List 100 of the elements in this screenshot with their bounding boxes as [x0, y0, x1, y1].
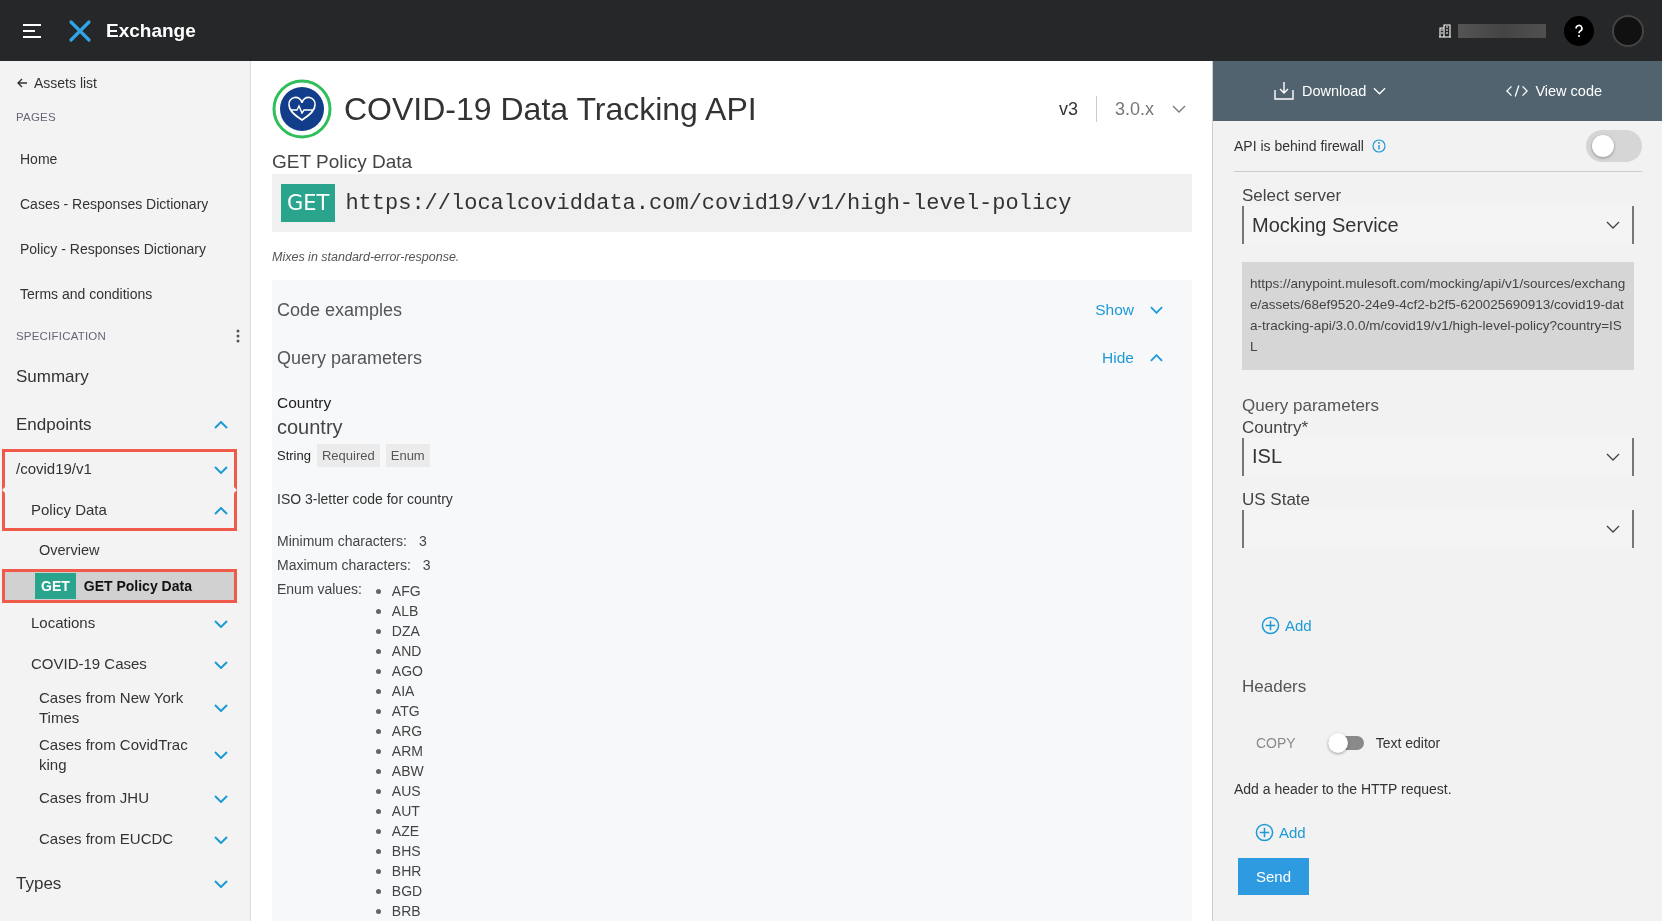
parameter-tag: Enum	[385, 444, 430, 467]
field-label: US State	[1242, 489, 1312, 510]
page-link[interactable]: Home	[0, 137, 250, 182]
nav-section-item[interactable]: Endpoints	[2, 401, 237, 449]
server-select[interactable]: Mocking Service	[1242, 206, 1634, 244]
nav-resource-item[interactable]: Cases from New York Times	[2, 685, 237, 732]
view-code-button[interactable]: View code	[1506, 83, 1602, 99]
section-heading: PAGES	[15, 110, 57, 125]
chevron-icon[interactable]	[214, 506, 228, 515]
plus-circle-icon	[1261, 615, 1280, 635]
nav-resource-item[interactable]: Policy Data	[2, 490, 237, 531]
query-select[interactable]: ISL	[1242, 437, 1634, 476]
page-link[interactable]: Policy - Responses Dictionary	[0, 227, 250, 272]
section-title: Query parameters	[277, 347, 423, 369]
chevron-icon[interactable]	[214, 835, 228, 844]
parameter-name: country	[277, 416, 344, 439]
chevron-icon[interactable]	[214, 660, 228, 669]
bullet-dot	[375, 908, 381, 914]
nav-page-link[interactable]: Overview	[2, 531, 237, 569]
enum-value: ARG	[391, 723, 423, 739]
nav-resource-item[interactable]: Cases from JHU	[2, 778, 237, 819]
headers-hint: Add a header to the HTTP request.	[1234, 780, 1453, 797]
help-icon[interactable]	[1564, 15, 1594, 46]
bullet-dot	[375, 868, 381, 874]
nav-resource-item[interactable]: Locations	[2, 603, 237, 644]
building-icon[interactable]	[1438, 23, 1452, 38]
method-badge: GET	[35, 573, 76, 599]
chevron-icon	[1373, 87, 1387, 95]
chevron-icon[interactable]	[214, 880, 228, 888]
bullet-dot	[375, 668, 381, 674]
bullet-dot	[375, 888, 381, 894]
bullet-dot	[375, 588, 381, 594]
enum-value: ABW	[391, 763, 424, 779]
bullet-dot	[375, 648, 381, 654]
enum-value: BHS	[391, 843, 421, 859]
back-arrow-icon	[16, 77, 28, 89]
nav-resource-item[interactable]: Cases from CovidTracking	[2, 731, 237, 778]
nav-resource-item[interactable]: COVID-19 Cases	[2, 644, 237, 685]
headers-heading: Headers	[1242, 676, 1308, 697]
bullet-dot	[375, 768, 381, 774]
menu-icon[interactable]	[22, 22, 42, 39]
download-icon	[1272, 81, 1295, 101]
text-editor-label: Text editor	[1375, 734, 1441, 751]
download-button[interactable]: Download	[1272, 81, 1387, 101]
enum-value: ATG	[391, 703, 420, 719]
enum-value: AGO	[391, 663, 423, 679]
avatar-icon[interactable]	[1612, 14, 1644, 47]
info-icon[interactable]	[1371, 139, 1386, 153]
chevron-icon[interactable]	[214, 794, 228, 803]
chevron-icon[interactable]	[214, 704, 228, 713]
bullet-dot	[375, 688, 381, 694]
nav-section-item[interactable]: Types	[2, 860, 237, 908]
chevron-icon	[1606, 452, 1620, 461]
query-heading: Query parameters	[1242, 395, 1380, 416]
more-icon[interactable]	[236, 329, 240, 343]
enum-value: BGD	[391, 883, 423, 899]
page-link[interactable]: Terms and conditions	[0, 272, 250, 317]
chevron-icon	[1150, 306, 1163, 314]
chevron-icon	[1606, 524, 1620, 533]
chevron-icon[interactable]	[214, 750, 228, 759]
firewall-toggle[interactable]	[1586, 130, 1642, 162]
assets-list-link[interactable]: Assets list	[0, 61, 250, 101]
constraint-label: Minimum characters:	[277, 533, 407, 549]
nav-resource-item[interactable]: /covid19/v1	[2, 449, 237, 490]
request-url: https://anypoint.mulesoft.com/mocking/api/v1/sources/exchange/assets/68ef9520-24e9-4cf2-b2f5-620025690913/covid19-data-tracking-api/3.0.0/m/covid19/v1/high-level-policy?country=ISL	[1242, 262, 1634, 370]
version-label: v3	[1058, 98, 1078, 120]
endpoint-url: https://localcoviddata.com/covid19/v1/high-level-policy	[345, 190, 1072, 216]
nav-resource-item[interactable]: Cases from EUCDC	[2, 819, 237, 860]
enum-value: BHR	[391, 863, 422, 879]
app-name: Exchange	[106, 19, 196, 42]
plus-circle-icon	[1255, 822, 1274, 842]
parameter-display-name: Country	[277, 394, 333, 412]
page-link[interactable]: Cases - Responses Dictionary	[0, 182, 250, 227]
chevron-icon[interactable]	[214, 465, 228, 474]
method-label: GET Policy Data	[83, 578, 192, 594]
bullet-dot	[375, 828, 381, 834]
field-label: Country*	[1242, 417, 1310, 438]
constraint-label: Enum values:	[277, 581, 362, 599]
method-title: GET Policy Data	[272, 151, 414, 173]
enum-value: DZA	[391, 623, 420, 639]
nav-section-item[interactable]: Summary	[2, 353, 237, 401]
section-title: Code examples	[277, 299, 403, 321]
parameter-type: String	[277, 448, 311, 463]
bullet-dot	[375, 808, 381, 814]
section-heading: SPECIFICATION	[16, 330, 106, 342]
bullet-dot	[375, 728, 381, 734]
chevron-icon[interactable]	[214, 421, 228, 429]
bullet-dot	[375, 708, 381, 714]
enum-value: AUT	[391, 803, 420, 819]
constraint-label: Maximum characters:	[277, 557, 411, 573]
text-editor-toggle[interactable]	[1327, 735, 1364, 750]
enum-value: AFG	[391, 583, 421, 599]
parameter-tag: Required	[316, 444, 380, 467]
chevron-icon[interactable]	[214, 619, 228, 628]
release-dropdown[interactable]: 3.0.x	[1114, 98, 1186, 120]
bullet-dot	[375, 848, 381, 854]
parameter-description: ISO 3-letter code for country	[277, 491, 454, 507]
enum-value: AIA	[391, 683, 415, 699]
enum-value: ALB	[391, 603, 419, 619]
nav-method-item[interactable]: GET GET Policy Data	[2, 569, 237, 603]
